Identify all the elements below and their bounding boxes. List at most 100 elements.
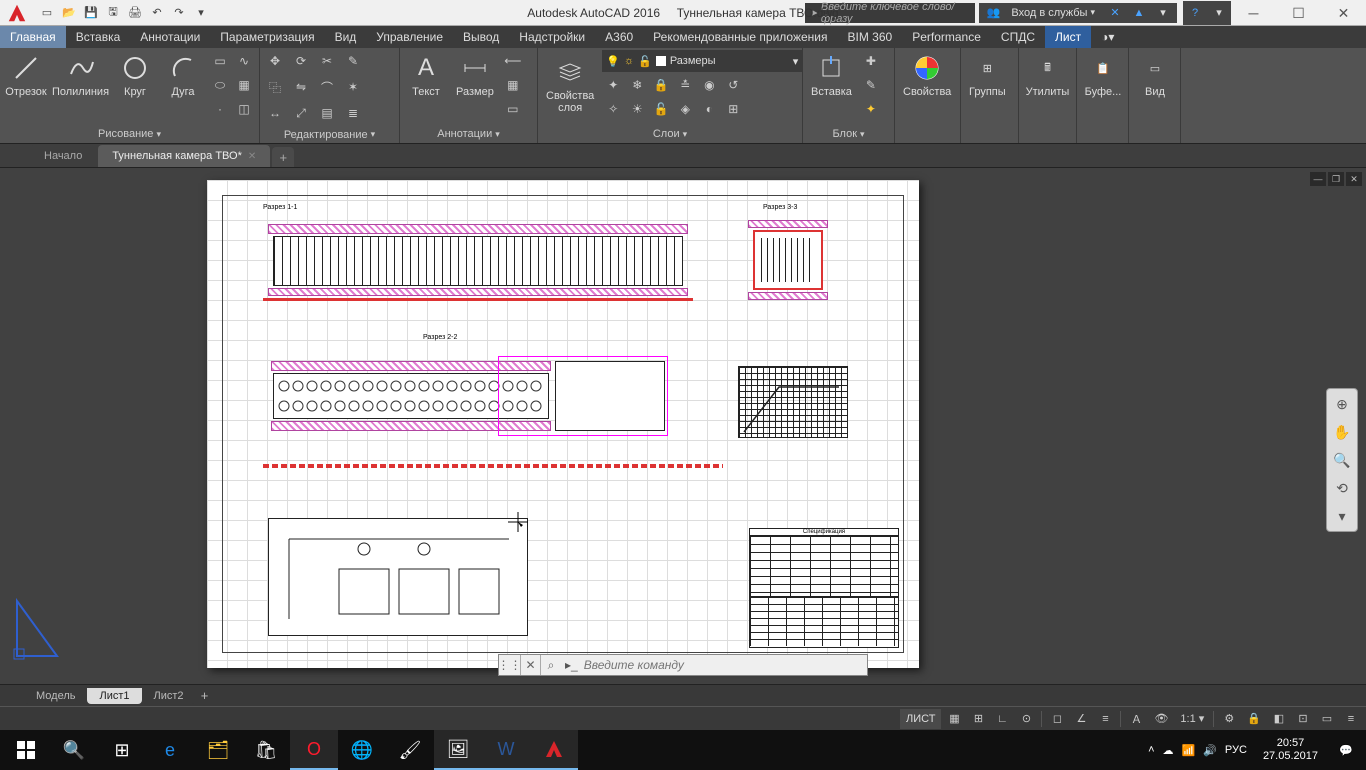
- layer-prev-icon[interactable]: ↺: [722, 74, 744, 96]
- layer-thaw-icon[interactable]: ☀: [626, 98, 648, 120]
- layouttab-sheet2[interactable]: Лист2: [142, 688, 196, 704]
- close-button[interactable]: ✕: [1321, 0, 1366, 26]
- dimension-button[interactable]: Размер: [452, 50, 498, 100]
- vp-minimize-icon[interactable]: —: [1310, 172, 1326, 186]
- opera-icon[interactable]: O: [290, 730, 338, 770]
- cmdline-grip-icon[interactable]: ⋮⋮: [499, 655, 521, 675]
- sb-annoscale-icon[interactable]: Ａ: [1125, 709, 1147, 729]
- fillet-icon[interactable]: ⌒: [316, 76, 338, 98]
- taskbar-clock[interactable]: 20:57 27.05.2017: [1255, 737, 1326, 763]
- word-icon[interactable]: W: [482, 730, 530, 770]
- filetab-add[interactable]: +: [272, 147, 294, 167]
- sb-otrack-icon[interactable]: ∠: [1070, 709, 1092, 729]
- action-center-icon[interactable]: 💬: [1326, 730, 1366, 770]
- sb-scale-icon[interactable]: 1:1 ▾: [1175, 709, 1209, 729]
- tab-bim360[interactable]: BIM 360: [838, 26, 903, 48]
- tab-parametric[interactable]: Параметризация: [210, 26, 324, 48]
- edit-block-icon[interactable]: ✎: [860, 74, 882, 96]
- qat-saveas-icon[interactable]: 🖫: [102, 2, 124, 24]
- attr-block-icon[interactable]: ✦: [860, 98, 882, 120]
- sb-iso-icon[interactable]: ◧: [1268, 709, 1290, 729]
- autocad-taskbar-icon[interactable]: [530, 730, 578, 770]
- layer-props-button[interactable]: Свойства слоя: [542, 54, 598, 116]
- utilities-button[interactable]: 🖩Утилиты: [1023, 50, 1072, 100]
- rotate-icon[interactable]: ⟳: [290, 50, 312, 72]
- sb-snap-icon[interactable]: ⊞: [967, 709, 989, 729]
- taskview-icon[interactable]: ⊞: [98, 730, 146, 770]
- sb-custom-icon[interactable]: ≡: [1340, 709, 1362, 729]
- tab-layout[interactable]: Лист: [1045, 26, 1091, 48]
- rect-icon[interactable]: ▭: [209, 50, 231, 72]
- vp-close-icon[interactable]: ✕: [1346, 172, 1362, 186]
- drawing-area[interactable]: — ❐ ✕ Разрез 1-1 Разрез 3-3 Разрез 2-2: [0, 168, 1366, 684]
- nav-orbit-icon[interactable]: ⟲: [1331, 477, 1353, 499]
- layer-lock-icon[interactable]: 🔒: [650, 74, 672, 96]
- a360-icon[interactable]: ▲: [1127, 1, 1151, 25]
- stretch-icon[interactable]: ↔: [264, 102, 286, 124]
- photos-icon[interactable]: 🖼: [434, 730, 482, 770]
- filetab-document[interactable]: Туннельная камера ТВО*✕: [98, 145, 270, 167]
- layer-off-icon[interactable]: ✦: [602, 74, 624, 96]
- layouttab-sheet1[interactable]: Лист1: [87, 688, 141, 704]
- sb-ws-icon[interactable]: ⚙: [1218, 709, 1240, 729]
- qat-save-icon[interactable]: 💾: [80, 2, 102, 24]
- app-menu-icon[interactable]: [0, 0, 34, 26]
- edge-icon[interactable]: e: [146, 730, 194, 770]
- signin-button[interactable]: Вход в службы▾: [1005, 3, 1101, 23]
- tab-manage[interactable]: Управление: [366, 26, 453, 48]
- tray-lang[interactable]: РУС: [1225, 744, 1247, 756]
- cmdline-close-icon[interactable]: ✕: [521, 655, 541, 675]
- nav-compass-icon[interactable]: ⊕: [1331, 393, 1353, 415]
- layer-unlock-icon[interactable]: 🔓: [650, 98, 672, 120]
- array-icon[interactable]: ▤: [316, 102, 338, 124]
- status-layout-label[interactable]: ЛИСТ: [900, 709, 941, 729]
- sb-osnap-icon[interactable]: ◻: [1046, 709, 1068, 729]
- table-icon[interactable]: ▦: [502, 74, 524, 96]
- qat-redo-icon[interactable]: ↷: [168, 2, 190, 24]
- arc-button[interactable]: Дуга: [161, 50, 205, 100]
- offset-icon[interactable]: ≣: [342, 102, 364, 124]
- maximize-button[interactable]: ☐: [1276, 0, 1321, 26]
- sb-ortho-icon[interactable]: ∟: [991, 709, 1013, 729]
- a360-dropdown-icon[interactable]: ▾: [1151, 1, 1175, 25]
- qat-new-icon[interactable]: ▭: [36, 2, 58, 24]
- polyline-button[interactable]: Полилиния: [52, 50, 109, 100]
- qat-dropdown-icon[interactable]: ▾: [190, 2, 212, 24]
- explorer-icon[interactable]: 🗂: [194, 730, 242, 770]
- tab-featured[interactable]: Рекомендованные приложения: [643, 26, 837, 48]
- qat-plot-icon[interactable]: 🖨: [124, 2, 146, 24]
- tab-spds[interactable]: СПДС: [991, 26, 1045, 48]
- ellipse-icon[interactable]: ⬭: [209, 74, 231, 96]
- help-dropdown-icon[interactable]: ▾: [1207, 1, 1231, 25]
- layer-state-icon[interactable]: ⊞: [722, 98, 744, 120]
- move-icon[interactable]: ✥: [264, 50, 286, 72]
- hatch-icon[interactable]: ▦: [233, 74, 255, 96]
- tab-extras-icon[interactable]: ◑▾: [1091, 26, 1124, 48]
- layer-iso-icon[interactable]: ◉: [698, 74, 720, 96]
- erase-icon[interactable]: ✎: [342, 50, 364, 72]
- cmdline-recent-icon[interactable]: ⌕: [541, 655, 561, 675]
- sb-lwt-icon[interactable]: ≡: [1094, 709, 1116, 729]
- qat-undo-icon[interactable]: ↶: [146, 2, 168, 24]
- signin-user-icon[interactable]: 👥: [981, 1, 1005, 25]
- circle-button[interactable]: Круг: [113, 50, 157, 100]
- minimize-button[interactable]: ─: [1231, 0, 1276, 26]
- mirror-icon[interactable]: ⇋: [290, 76, 312, 98]
- trim-icon[interactable]: ✂: [316, 50, 338, 72]
- point-icon[interactable]: ·: [209, 98, 231, 120]
- scale-icon[interactable]: ⤢: [290, 102, 312, 124]
- sb-clean-icon[interactable]: ▭: [1316, 709, 1338, 729]
- help-icon[interactable]: ?: [1183, 1, 1207, 25]
- mtext-icon[interactable]: ▭: [502, 98, 524, 120]
- sb-annovis-icon[interactable]: 👁: [1149, 709, 1173, 729]
- vp-restore-icon[interactable]: ❐: [1328, 172, 1344, 186]
- store-icon[interactable]: 🛍: [242, 730, 290, 770]
- nav-pan-icon[interactable]: ✋: [1331, 421, 1353, 443]
- leader-icon[interactable]: ⟵: [502, 50, 524, 72]
- exchange-icon[interactable]: ✕: [1103, 1, 1127, 25]
- tab-view[interactable]: Вид: [325, 26, 367, 48]
- start-button[interactable]: [2, 730, 50, 770]
- search-icon[interactable]: 🔍: [50, 730, 98, 770]
- panel-annot-title[interactable]: Аннотации: [404, 125, 533, 143]
- tab-home[interactable]: Главная: [0, 26, 66, 48]
